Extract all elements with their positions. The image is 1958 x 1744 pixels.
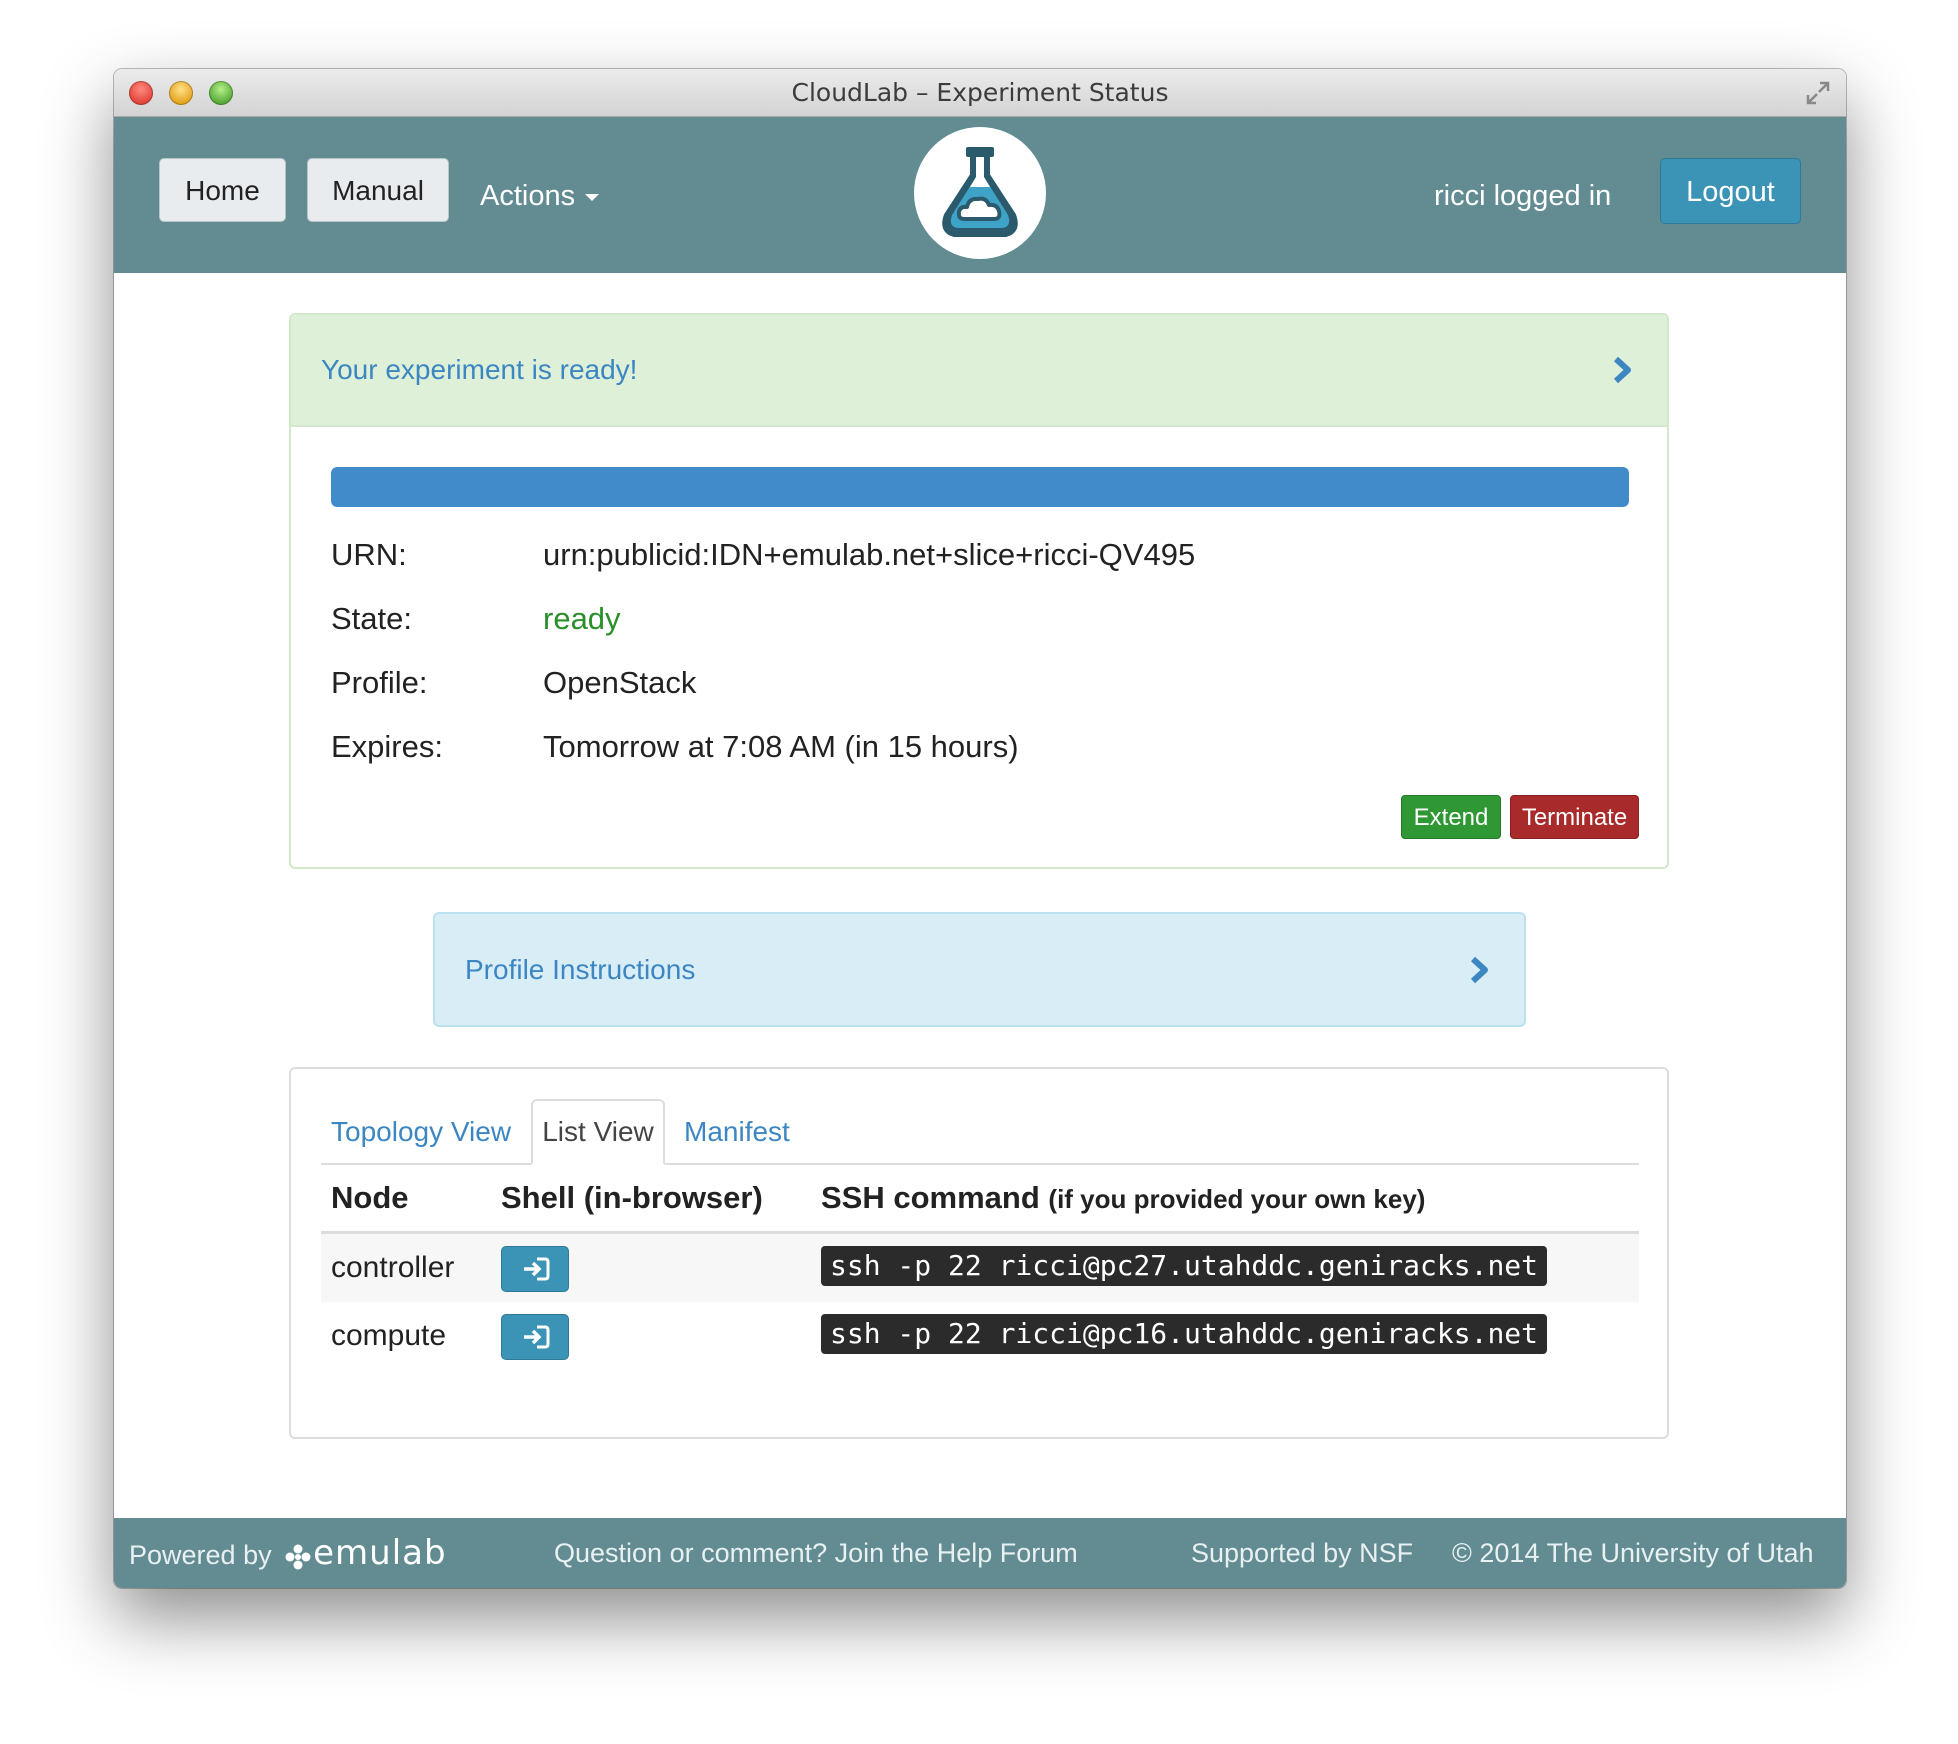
ssh-header-label: SSH command xyxy=(821,1180,1040,1215)
node-name: controller xyxy=(331,1251,455,1284)
help-forum-link[interactable]: Question or comment? Join the Help Forum xyxy=(554,1518,1078,1588)
actions-dropdown[interactable]: Actions xyxy=(480,158,600,222)
profile-label: Profile: xyxy=(331,665,428,700)
actions-label: Actions xyxy=(480,180,576,212)
window-titlebar[interactable]: CloudLab – Experiment Status xyxy=(114,69,1846,117)
progress-bar xyxy=(331,467,1629,507)
profile-value: OpenStack xyxy=(543,665,697,700)
status-heading-text: Your experiment is ready! xyxy=(321,354,638,385)
manual-button[interactable]: Manual xyxy=(307,158,449,222)
profile-instructions-panel[interactable]: Profile Instructions xyxy=(433,912,1526,1027)
emulab-logo[interactable]: emulab xyxy=(313,1533,446,1573)
ssh-header-note: (if you provided your own key) xyxy=(1048,1184,1426,1214)
status-panel-heading[interactable]: Your experiment is ready! xyxy=(291,315,1667,427)
top-navbar: Home Manual Actions ricci logged in Logo… xyxy=(114,117,1846,273)
page-footer: Powered by emulab Question or comment? J… xyxy=(114,1518,1846,1588)
sign-in-icon xyxy=(524,1257,550,1281)
state-label: State: xyxy=(331,601,412,636)
emulab-flower-icon xyxy=(285,1544,311,1570)
fullscreen-icon[interactable] xyxy=(1804,79,1832,107)
urn-label: URN: xyxy=(331,537,407,572)
ssh-command[interactable]: ssh -p 22 ricci@pc16.utahddc.geniracks.n… xyxy=(821,1314,1548,1354)
urn-value: urn:publicid:IDN+emulab.net+slice+ricci-… xyxy=(543,537,1196,572)
state-value: ready xyxy=(543,601,621,636)
table-row: controller ssh -p 22 ricci@pc27.utahddc.… xyxy=(321,1234,1639,1302)
powered-by-label: Powered by xyxy=(129,1540,272,1570)
expires-value: Tomorrow at 7:08 AM (in 15 hours) xyxy=(543,729,1019,764)
nodes-panel: Topology View List View Manifest Node Sh… xyxy=(289,1067,1669,1439)
chevron-right-icon[interactable] xyxy=(1607,355,1637,385)
sign-in-icon xyxy=(524,1325,550,1349)
terminate-button[interactable]: Terminate xyxy=(1510,795,1639,839)
expires-label: Expires: xyxy=(331,729,443,764)
home-button[interactable]: Home xyxy=(159,158,286,222)
chevron-right-icon[interactable] xyxy=(1464,955,1494,985)
user-status: ricci logged in xyxy=(1434,180,1612,212)
tab-topology-view[interactable]: Topology View xyxy=(331,1099,511,1163)
powered-by: Powered by emulab xyxy=(129,1518,447,1588)
progress-bar-fill xyxy=(331,467,1629,507)
logout-button[interactable]: Logout xyxy=(1660,158,1801,224)
view-tabs: Topology View List View Manifest xyxy=(321,1099,1639,1165)
window-title: CloudLab – Experiment Status xyxy=(791,78,1169,107)
profile-instructions-heading: Profile Instructions xyxy=(465,954,696,985)
node-name: compute xyxy=(331,1319,447,1352)
open-shell-button[interactable] xyxy=(501,1246,569,1292)
caret-down-icon xyxy=(585,193,600,201)
ssh-command[interactable]: ssh -p 22 ricci@pc27.utahddc.geniracks.n… xyxy=(821,1246,1548,1286)
cloudlab-logo[interactable] xyxy=(914,127,1046,259)
copyright: © 2014 The University of Utah xyxy=(1452,1538,1814,1568)
experiment-status-panel: Your experiment is ready! URN: urn:publi… xyxy=(289,313,1669,869)
extend-button[interactable]: Extend xyxy=(1401,795,1501,839)
ssh-column-header: SSH command (if you provided your own ke… xyxy=(821,1165,1425,1232)
tab-manifest[interactable]: Manifest xyxy=(684,1099,790,1163)
shell-column-header: Shell (in-browser) xyxy=(501,1180,763,1215)
nodes-table-header: Node Shell (in-browser) SSH command (if … xyxy=(321,1165,1639,1234)
open-shell-button[interactable] xyxy=(501,1314,569,1360)
nsf-support[interactable]: Supported by NSF xyxy=(1191,1518,1413,1588)
table-row: compute ssh -p 22 ricci@pc16.utahddc.gen… xyxy=(321,1302,1639,1370)
tab-list-view[interactable]: List View xyxy=(531,1099,665,1165)
flask-cloud-logo xyxy=(942,147,1018,237)
node-column-header: Node xyxy=(331,1180,409,1215)
app-window: CloudLab – Experiment Status Home Manual… xyxy=(114,69,1846,1588)
